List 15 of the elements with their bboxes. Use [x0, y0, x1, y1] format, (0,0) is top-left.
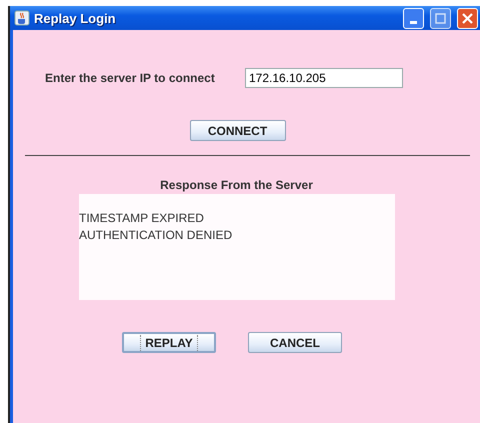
response-line: TIMESTAMP EXPIRED [79, 210, 205, 227]
replay-button[interactable]: REPLAY [122, 332, 216, 353]
close-icon [462, 12, 473, 24]
coffee-cup-icon [14, 10, 30, 26]
minimize-icon [410, 20, 417, 24]
minimize-button[interactable] [403, 8, 424, 28]
server-ip-label: Enter the server IP to connect [45, 71, 216, 85]
connect-button[interactable]: CONNECT [190, 120, 286, 141]
maximize-icon [435, 12, 446, 24]
window-title: Replay Login [34, 10, 117, 26]
cancel-button[interactable]: CANCEL [248, 332, 342, 353]
response-line: AUTHENTICATION DENIED [79, 227, 234, 244]
close-button[interactable] [457, 8, 478, 28]
response-heading: Response From the Server [159, 178, 314, 192]
server-ip-field[interactable]: 172.16.10.205 [245, 68, 403, 88]
